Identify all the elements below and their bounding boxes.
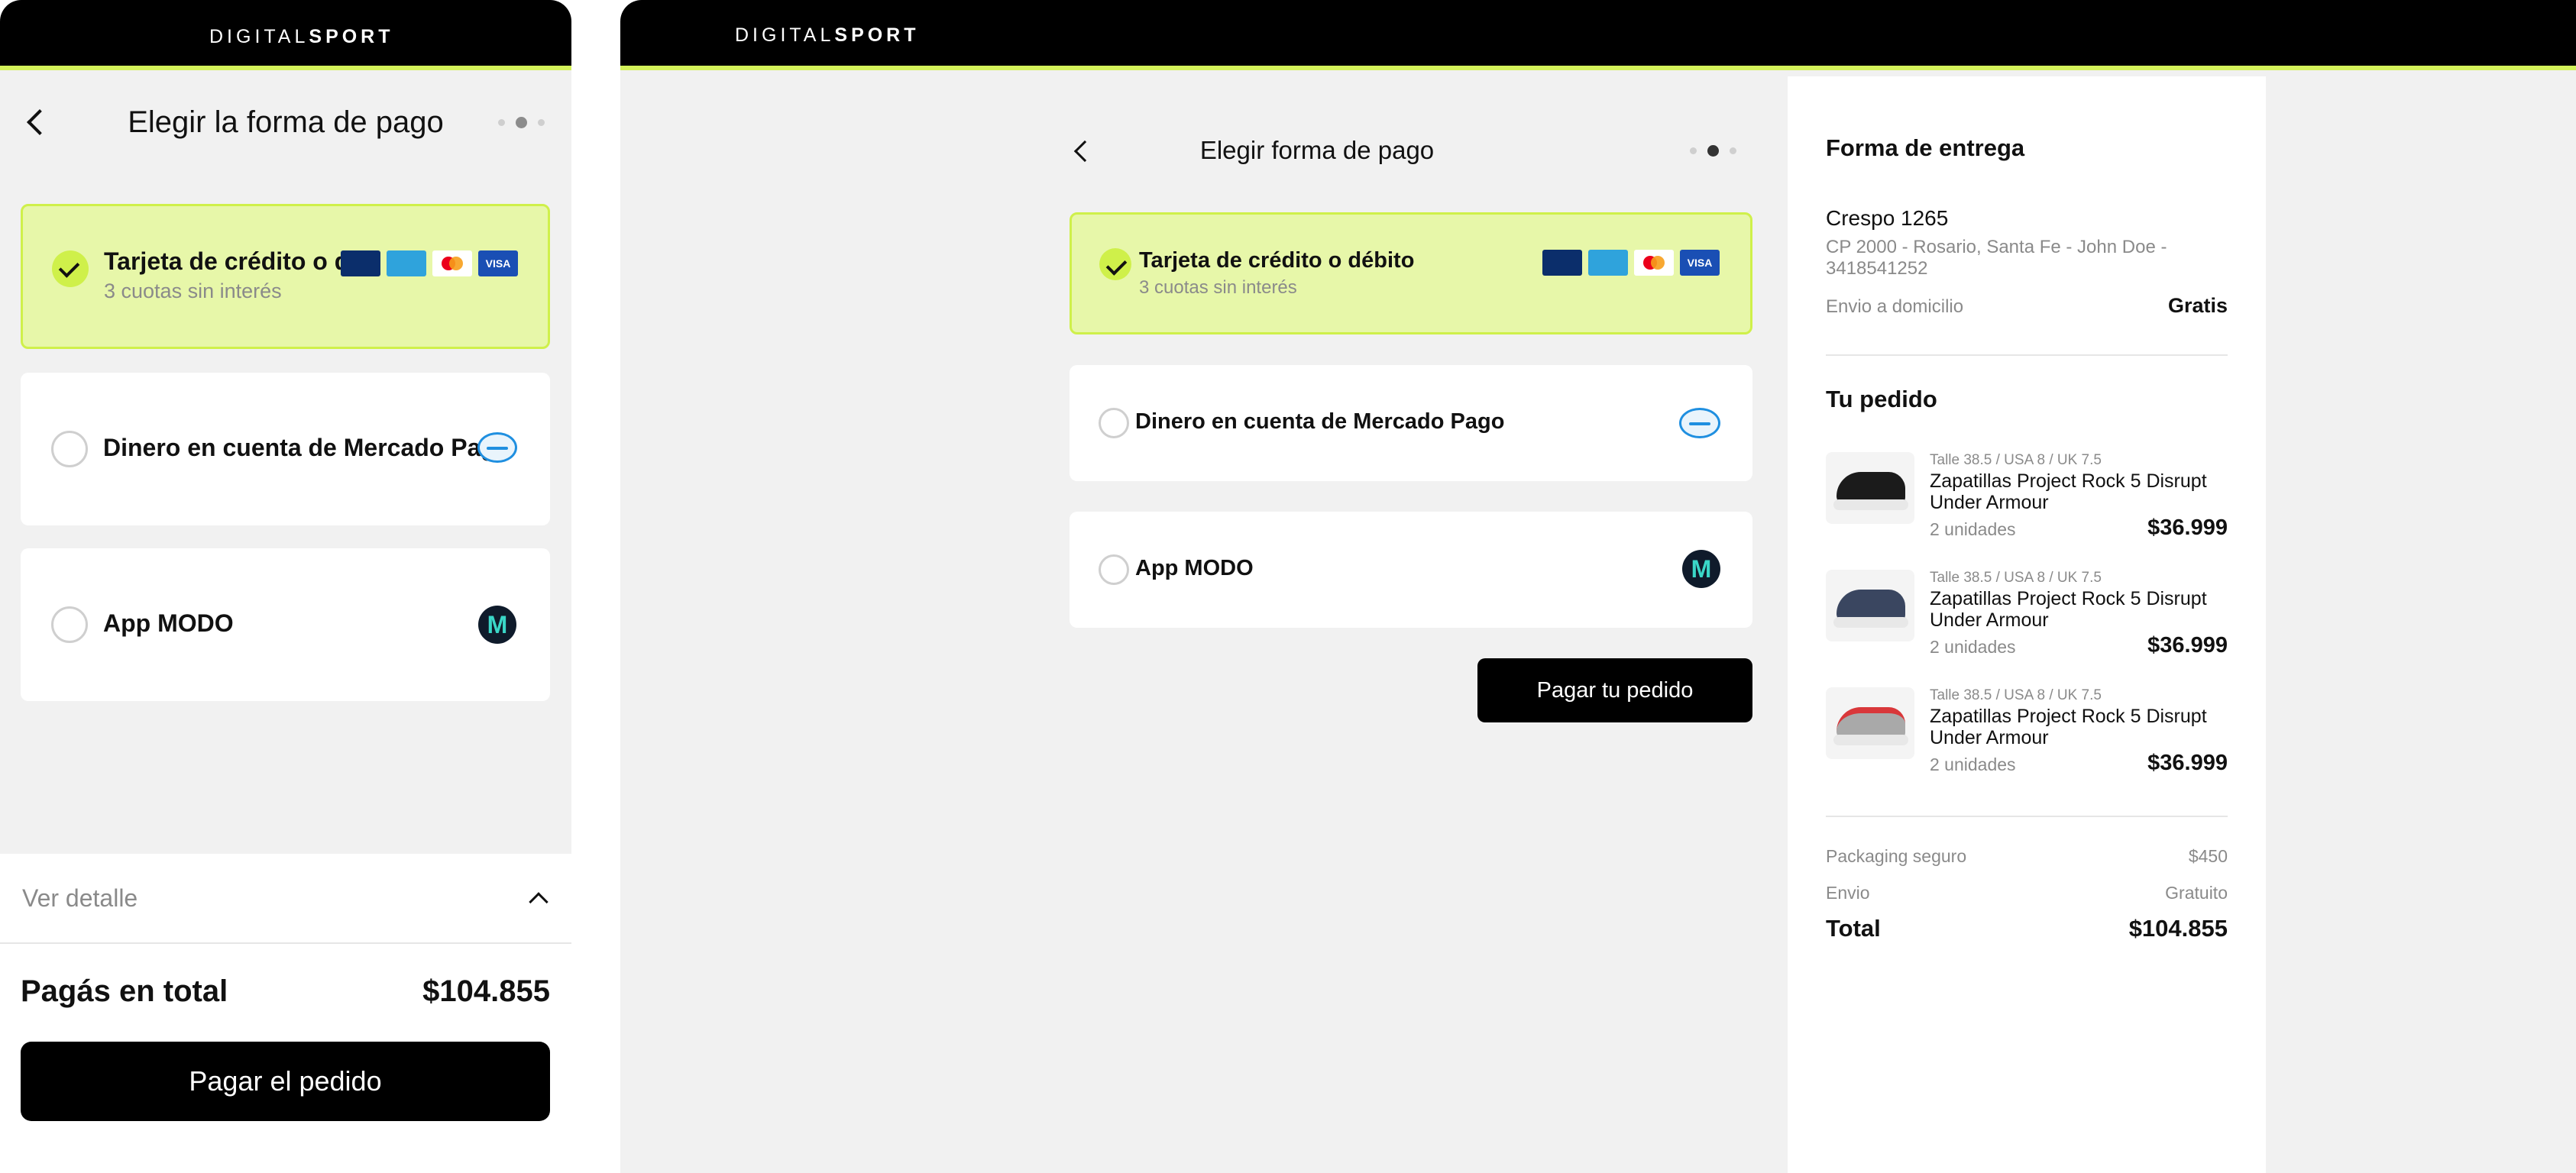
payment-option-card[interactable]: Dinero en cuenta de Mercado Pago <box>1070 365 1752 481</box>
mobile-top-bar: DIGITALSPORT <box>0 0 571 70</box>
naranja-x-icon <box>341 250 380 276</box>
desktop-top-bar: DIGITALSPORT <box>620 0 2576 70</box>
page-title: Elegir la forma de pago <box>128 105 444 139</box>
option-label: Tarjeta de crédito o débito <box>104 247 379 275</box>
item-name[interactable]: Zapatillas Project Rock 5 Disrupt <box>1930 706 2207 728</box>
product-image[interactable] <box>1826 452 1914 524</box>
shipping-method: Envio a domicilio <box>1826 296 1964 317</box>
step-dot-active <box>516 117 527 128</box>
item-quantity: 2 unidades <box>1930 519 2016 539</box>
total-value: $104.855 <box>2128 915 2228 942</box>
mastercard-icon <box>432 250 472 276</box>
option-label: App MODO <box>1135 556 1254 580</box>
divider <box>0 942 571 944</box>
pay-order-button[interactable]: Pagar tu pedido <box>1477 658 1752 722</box>
step-dot <box>1730 147 1736 154</box>
option-label: Tarjeta de crédito o débito <box>1139 248 1415 273</box>
delivery-heading: Forma de entrega <box>1826 134 2025 161</box>
address-detail: 3418541252 <box>1826 258 1928 279</box>
step-dot <box>498 119 505 126</box>
option-label: Dinero en cuenta de Mercado Pago <box>1135 409 1505 434</box>
total-value: $104.855 <box>422 974 550 1008</box>
product-image[interactable] <box>1826 570 1914 641</box>
american-express-icon <box>387 250 426 276</box>
shipping-label: Envio <box>1826 883 1870 903</box>
payment-option-card[interactable]: App MODO M <box>1070 512 1752 628</box>
item-price: $36.999 <box>2147 633 2228 658</box>
order-heading: Tu pedido <box>1826 386 1937 412</box>
naranja-x-icon <box>1542 250 1582 276</box>
total-label: Pagás en total <box>21 974 228 1008</box>
bottom-sheet: Ver detalle Pagás en total $104.855 Paga… <box>0 854 571 1173</box>
mercado-pago-icon <box>477 432 517 463</box>
mercado-pago-icon <box>1679 408 1720 438</box>
step-dot-active <box>1707 145 1719 157</box>
payment-option-card[interactable]: Dinero en cuenta de Mercado Pago <box>21 373 550 525</box>
item-size: Talle 38.5 / USA 8 / UK 7.5 <box>1930 452 2102 468</box>
item-quantity: 2 unidades <box>1930 755 2016 774</box>
item-price: $36.999 <box>2147 751 2228 775</box>
address-line: Crespo 1265 <box>1826 206 1949 230</box>
item-name: Under Armour <box>1930 727 2049 748</box>
item-name[interactable]: Zapatillas Project Rock 5 Disrupt <box>1930 470 2207 493</box>
radio-button[interactable] <box>1099 408 1129 438</box>
address-detail: CP 2000 - Rosario, Santa Fe - John Doe - <box>1826 237 2167 257</box>
page-title: Elegir forma de pago <box>1199 136 1435 164</box>
packaging-value: $450 <box>2188 846 2228 866</box>
option-sublabel: 3 cuotas sin interés <box>104 280 282 302</box>
desktop-checkout: DIGITALSPORT Elegir forma de pago Tarjet… <box>620 0 2576 1173</box>
item-name: Under Armour <box>1930 609 2049 631</box>
payment-option-card[interactable]: Tarjeta de crédito o débito 3 cuotas sin… <box>1070 212 1752 334</box>
step-indicator <box>1690 145 1736 157</box>
shipping-cost: Gratis <box>2167 294 2228 317</box>
option-label: App MODO <box>103 609 234 637</box>
step-dot <box>1690 147 1697 154</box>
details-toggle-label[interactable]: Ver detalle <box>22 884 138 913</box>
step-indicator <box>498 117 545 128</box>
payment-option-card[interactable]: Tarjeta de crédito o débito 3 cuotas sin… <box>21 204 550 349</box>
divider <box>1826 354 2228 356</box>
chevron-up-icon[interactable] <box>529 892 549 912</box>
mastercard-icon <box>1634 250 1674 276</box>
selected-check-icon[interactable] <box>1099 248 1131 280</box>
brand-logo[interactable]: DIGITALSPORT <box>735 24 920 47</box>
pay-order-button[interactable]: Pagar el pedido <box>21 1042 550 1121</box>
total-label: Total <box>1826 915 1881 942</box>
logo-bold: SPORT <box>309 26 394 47</box>
radio-button[interactable] <box>1099 554 1129 585</box>
product-image[interactable] <box>1826 687 1914 759</box>
brand-logo[interactable]: DIGITALSPORT <box>209 26 394 48</box>
modo-icon: M <box>1682 550 1720 588</box>
item-price: $36.999 <box>2147 515 2228 540</box>
item-size: Talle 38.5 / USA 8 / UK 7.5 <box>1930 570 2102 586</box>
shipping-value: Gratuito <box>2165 883 2228 903</box>
order-summary-panel: Forma de entrega Crespo 1265 CP 2000 - R… <box>1788 76 2266 1173</box>
logo-light: DIGITAL <box>209 26 309 47</box>
radio-button[interactable] <box>51 606 88 643</box>
item-quantity: 2 unidades <box>1930 637 2016 657</box>
logo-light: DIGITAL <box>735 24 835 46</box>
step-dot <box>538 119 545 126</box>
logo-bold: SPORT <box>834 24 920 46</box>
divider <box>1826 816 2228 817</box>
option-sublabel: 3 cuotas sin interés <box>1139 277 1297 298</box>
mobile-checkout: DIGITALSPORT Elegir la forma de pago Tar… <box>0 0 571 1173</box>
selected-check-icon[interactable] <box>52 250 89 287</box>
packaging-label: Packaging seguro <box>1826 846 1967 866</box>
item-name: Under Armour <box>1930 492 2049 513</box>
american-express-icon <box>1588 250 1628 276</box>
radio-button[interactable] <box>51 431 88 467</box>
payment-option-card[interactable]: App MODO M <box>21 548 550 701</box>
item-size: Talle 38.5 / USA 8 / UK 7.5 <box>1930 687 2102 703</box>
visa-icon: VISA <box>478 250 518 276</box>
option-label: Dinero en cuenta de Mercado Pago <box>103 434 511 461</box>
item-name[interactable]: Zapatillas Project Rock 5 Disrupt <box>1930 588 2207 610</box>
modo-icon: M <box>478 606 516 644</box>
visa-icon: VISA <box>1680 250 1720 276</box>
